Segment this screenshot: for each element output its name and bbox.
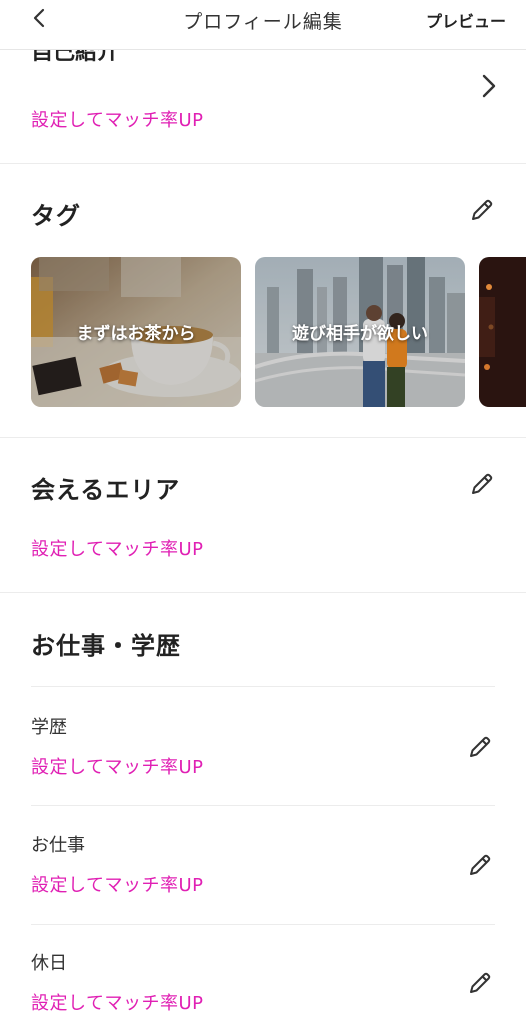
- item-divider: [31, 686, 495, 687]
- self-intro-cta: 設定してマッチ率UP: [31, 110, 204, 131]
- holiday-label: 休日: [31, 953, 67, 974]
- tag-card-playmate[interactable]: 遊び相手が欲しい: [255, 257, 465, 407]
- item-divider: [31, 805, 495, 806]
- area-title: 会えるエリア: [31, 476, 181, 504]
- job-cta: 設定してマッチ率UP: [31, 875, 204, 896]
- holiday-cta: 設定してマッチ率UP: [31, 993, 204, 1014]
- section-divider: [0, 437, 526, 438]
- pencil-icon[interactable]: [466, 969, 494, 997]
- pencil-icon[interactable]: [466, 733, 494, 761]
- area-cta[interactable]: 設定してマッチ率UP: [31, 535, 204, 561]
- education-label: 学歴: [31, 717, 67, 738]
- tag-card-partial[interactable]: [479, 257, 526, 407]
- work-title: お仕事・学歴: [31, 632, 181, 660]
- item-divider: [31, 924, 495, 925]
- pencil-icon[interactable]: [466, 851, 494, 879]
- tag-card-tea[interactable]: まずはお茶から: [31, 257, 241, 407]
- chevron-right-icon[interactable]: [478, 72, 498, 100]
- tag-label: 遊び相手が欲しい: [292, 324, 428, 344]
- preview-button[interactable]: プレビュー: [426, 8, 506, 32]
- education-cta: 設定してマッチ率UP: [31, 757, 204, 778]
- top-nav-bar: プロフィール編集 プレビュー: [0, 0, 526, 50]
- night-image: [479, 257, 526, 407]
- pencil-icon[interactable]: [468, 196, 496, 224]
- job-label: お仕事: [31, 835, 85, 856]
- section-divider: [0, 592, 526, 593]
- pencil-icon[interactable]: [468, 470, 496, 498]
- tag-label: まずはお茶から: [76, 324, 196, 344]
- tags-title: タグ: [31, 202, 81, 230]
